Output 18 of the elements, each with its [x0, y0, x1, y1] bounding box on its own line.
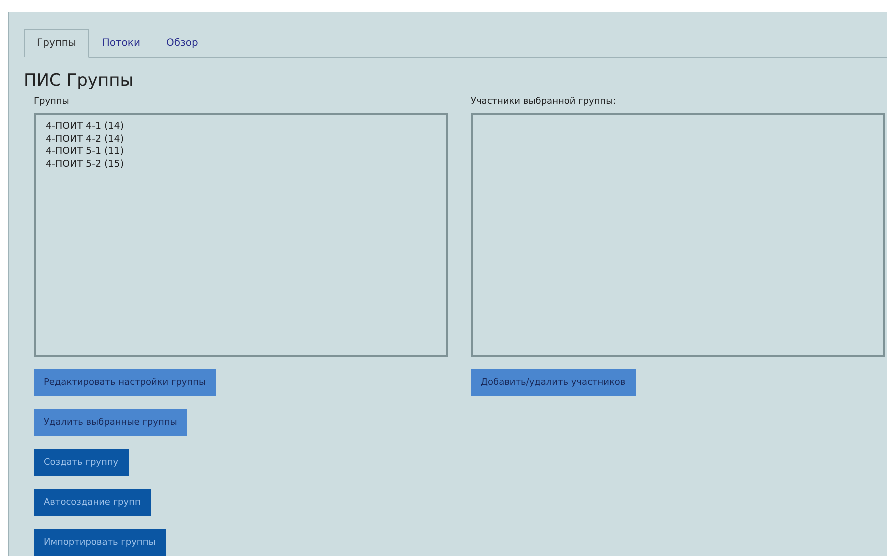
list-label: Группы — [34, 97, 70, 109]
action-button[interactable]: Создать группу — [34, 449, 129, 476]
action-button[interactable]: Автосоздание групп — [34, 489, 151, 516]
tab[interactable]: Обзор — [153, 29, 212, 58]
list-item[interactable]: 4-ПОИТ 4-1 (14) — [46, 121, 436, 134]
list-item[interactable]: 4-ПОИТ 5-1 (11) — [46, 146, 436, 158]
list-item[interactable]: 4-ПОИТ 4-2 (14) — [46, 134, 436, 146]
action-button[interactable]: Редактировать настройки группы — [34, 369, 216, 396]
page-title: ПИС Группы — [24, 71, 135, 91]
action-button[interactable]: Импортировать группы — [34, 529, 166, 556]
tab[interactable]: Потоки — [89, 29, 154, 58]
list-label: Участники выбранной группы: — [471, 97, 618, 109]
action-button[interactable]: Добавить/удалить участников — [471, 369, 636, 396]
list-item[interactable]: 4-ПОИТ 5-2 (15) — [46, 158, 436, 171]
list-box[interactable]: 4-ПОИТ 4-1 (14) 4-ПОИТ 4-2 (14) 4-ПОИТ 5-1 (11) 4-ПОИТ 5-2 (15) — [34, 113, 448, 357]
tab[interactable]: Группы — [24, 29, 90, 58]
list-box[interactable] — [471, 113, 885, 357]
action-button[interactable]: Удалить выбранные группы — [34, 409, 188, 436]
